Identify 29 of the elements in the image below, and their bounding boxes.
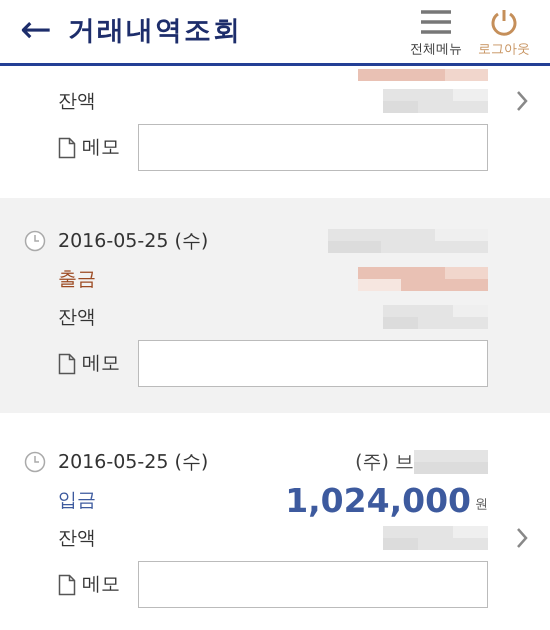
memo-field[interactable] [138, 561, 488, 608]
memo-label: 메모 [82, 572, 121, 598]
transaction-type: 출금 [58, 266, 96, 292]
back-button[interactable]: ← [20, 10, 52, 48]
clock-icon [24, 451, 46, 473]
transaction-date: 2016-05-25 (수) [58, 228, 208, 254]
transaction-date: 2016-05-25 (수) [58, 450, 208, 475]
clock-icon [24, 230, 46, 252]
chevron-right-icon[interactable] [516, 90, 528, 112]
chevron-right-icon[interactable] [516, 527, 528, 549]
transaction-amount: 1,024,000 [285, 484, 471, 516]
balance-label: 잔액 [58, 526, 96, 551]
page-title: 거래내역조회 [68, 14, 243, 48]
memo-label: 메모 [82, 351, 121, 376]
transaction-description: (주) 브 [355, 450, 414, 475]
balance-label: 잔액 [58, 88, 96, 114]
balance-label: 잔액 [58, 304, 96, 330]
power-icon [490, 8, 518, 36]
memo-field[interactable] [138, 124, 488, 171]
transaction-type: 입금 [58, 488, 96, 513]
document-icon [58, 574, 76, 596]
transaction-card[interactable]: 2016-05-25 (수) 출금 잔액 메모 [0, 198, 550, 413]
currency-unit: 원 [475, 496, 488, 514]
memo-label: 메모 [82, 135, 121, 160]
document-icon [58, 136, 76, 158]
full-menu-button[interactable]: 전체메뉴 [410, 10, 462, 60]
memo-field[interactable] [138, 340, 488, 387]
menu-icon [420, 10, 452, 34]
document-icon [58, 352, 76, 374]
